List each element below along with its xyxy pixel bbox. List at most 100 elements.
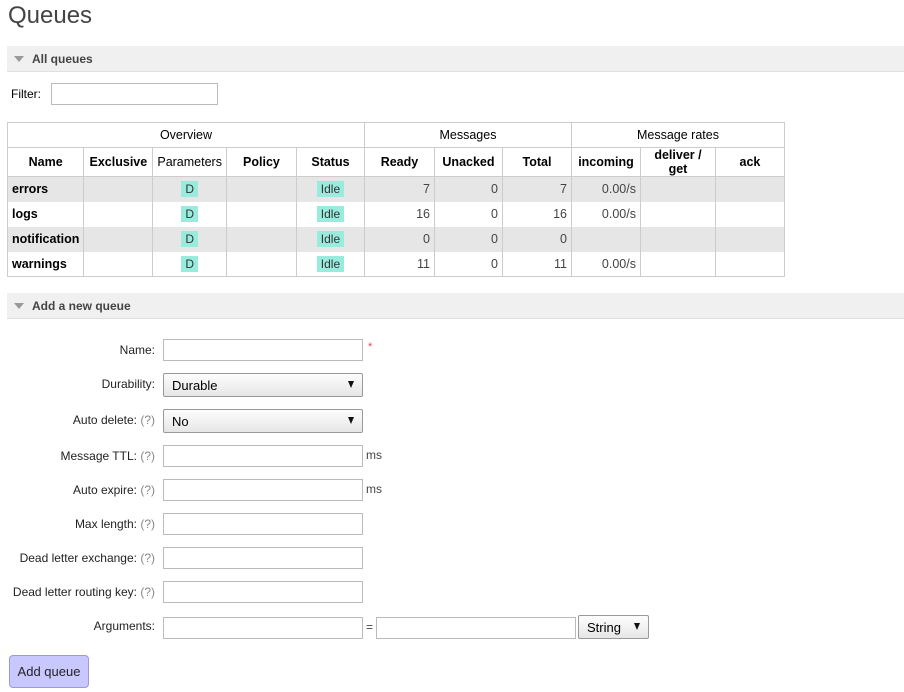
help-link[interactable]: (?) <box>140 585 155 599</box>
queue-name-input[interactable] <box>163 339 363 361</box>
group-header-message-rates: Message rates <box>570 122 785 148</box>
deliver-get-cell <box>639 176 716 202</box>
durability-label: Durability: <box>101 377 155 391</box>
ack-cell <box>714 176 785 202</box>
parameters-cell: D <box>152 226 227 252</box>
auto-delete-value: No <box>172 413 189 429</box>
add-queue-section-toggle[interactable]: Add a new queue <box>7 293 904 319</box>
arguments-label: Arguments: <box>93 619 155 633</box>
help-link[interactable]: (?) <box>140 413 155 427</box>
column-header-status[interactable]: Status <box>295 147 365 177</box>
column-header-incoming[interactable]: incoming <box>570 147 641 177</box>
dead-letter-exchange-label: Dead letter exchange: <box>19 551 137 565</box>
total-cell: 7 <box>501 176 572 202</box>
auto-expire-label: Auto expire: <box>72 483 137 497</box>
column-header-deliver-get[interactable]: deliver / get <box>639 147 716 177</box>
durable-badge: D <box>181 255 198 272</box>
exclusive-cell <box>83 251 154 277</box>
status-cell: Idle <box>295 226 365 252</box>
auto-expire-label-group: Auto expire: (?) <box>73 479 155 501</box>
help-link[interactable]: (?) <box>140 551 155 565</box>
status-badge: Idle <box>316 255 345 272</box>
dropdown-arrow-icon <box>634 623 640 630</box>
status-badge: Idle <box>316 181 345 198</box>
help-link[interactable]: (?) <box>140 449 155 463</box>
all-queues-section-toggle[interactable]: All queues <box>7 46 904 72</box>
auto-delete-select[interactable]: No <box>163 409 363 433</box>
column-header-ack[interactable]: ack <box>714 147 785 177</box>
column-header-ready[interactable]: Ready <box>363 147 435 177</box>
column-header-exclusive[interactable]: Exclusive <box>83 147 154 177</box>
unacked-cell: 0 <box>433 251 503 277</box>
status-cell: Idle <box>295 176 365 202</box>
exclusive-cell <box>83 176 154 202</box>
name-label: Name: <box>119 343 155 357</box>
unacked-cell: 0 <box>433 201 503 227</box>
parameters-cell: D <box>152 176 227 202</box>
incoming-cell: 0.00/s <box>570 201 641 227</box>
column-header-unacked[interactable]: Unacked <box>433 147 503 177</box>
exclusive-cell <box>83 226 154 252</box>
group-header-overview: Overview <box>7 122 365 148</box>
durability-select[interactable]: Durable <box>163 373 363 397</box>
auto-expire-unit: ms <box>366 482 382 496</box>
incoming-cell <box>570 226 641 252</box>
table-row: logs D Idle 16 0 16 0.00/s <box>6 201 785 227</box>
total-cell: 11 <box>501 251 572 277</box>
queue-name-link[interactable]: warnings <box>6 251 85 277</box>
ack-cell <box>714 201 785 227</box>
status-badge: Idle <box>316 231 345 247</box>
queue-name-link[interactable]: logs <box>6 201 85 227</box>
incoming-cell: 0.00/s <box>570 176 641 202</box>
dead-letter-exchange-label-group: Dead letter exchange: (?) <box>20 547 155 569</box>
max-length-input[interactable] <box>163 513 363 535</box>
max-length-label-group: Max length: (?) <box>75 513 155 535</box>
durability-value: Durable <box>172 377 218 393</box>
parameters-cell: D <box>152 201 227 227</box>
help-link[interactable]: (?) <box>140 517 155 531</box>
argument-type-select[interactable]: String <box>578 615 649 639</box>
deliver-get-cell <box>639 251 716 277</box>
message-ttl-input[interactable] <box>163 445 363 467</box>
dead-letter-routing-key-label: Dead letter routing key: <box>12 585 137 599</box>
message-ttl-label-group: Message TTL: (?) <box>61 445 156 467</box>
argument-value-input[interactable] <box>376 617 576 639</box>
policy-cell <box>225 176 297 202</box>
all-queues-heading: All queues <box>32 51 93 66</box>
add-queue-button[interactable]: Add queue <box>9 655 89 688</box>
auto-delete-label-group: Auto delete: (?) <box>73 409 155 431</box>
dead-letter-routing-key-input[interactable] <box>163 581 363 603</box>
queue-name-link[interactable]: notification <box>6 226 85 252</box>
auto-expire-input[interactable] <box>163 479 363 501</box>
filter-input[interactable] <box>51 83 218 105</box>
table-row: notification D Idle 0 0 0 <box>6 226 785 252</box>
table-row: errors D Idle 7 0 7 0.00/s <box>6 176 785 202</box>
column-header-parameters[interactable]: Parameters <box>152 147 227 177</box>
help-link[interactable]: (?) <box>140 483 155 497</box>
queues-table: Overview Messages Message rates Name Exc… <box>6 122 785 277</box>
unacked-cell: 0 <box>433 226 503 252</box>
unacked-cell: 0 <box>433 176 503 202</box>
page-title: Queues <box>8 2 93 29</box>
column-header-policy[interactable]: Policy <box>225 147 297 177</box>
deliver-get-cell <box>639 201 716 227</box>
equals-sign: = <box>366 620 374 634</box>
exclusive-cell <box>83 201 154 227</box>
durable-badge: D <box>181 181 198 198</box>
auto-delete-label: Auto delete: <box>72 413 137 427</box>
message-ttl-label: Message TTL: <box>60 449 137 463</box>
argument-key-input[interactable] <box>163 617 363 639</box>
policy-cell <box>225 226 297 252</box>
queue-name-link[interactable]: errors <box>6 176 85 202</box>
argument-type-value: String <box>587 619 621 635</box>
dropdown-arrow-icon <box>348 381 354 388</box>
parameters-cell: D <box>152 251 227 277</box>
ready-cell: 11 <box>363 251 435 277</box>
column-header-name[interactable]: Name <box>6 147 85 177</box>
durable-badge: D <box>181 206 198 222</box>
collapse-triangle-icon <box>14 56 24 62</box>
dead-letter-exchange-input[interactable] <box>163 547 363 569</box>
ready-cell: 16 <box>363 201 435 227</box>
column-header-total[interactable]: Total <box>501 147 572 177</box>
ack-cell <box>714 251 785 277</box>
